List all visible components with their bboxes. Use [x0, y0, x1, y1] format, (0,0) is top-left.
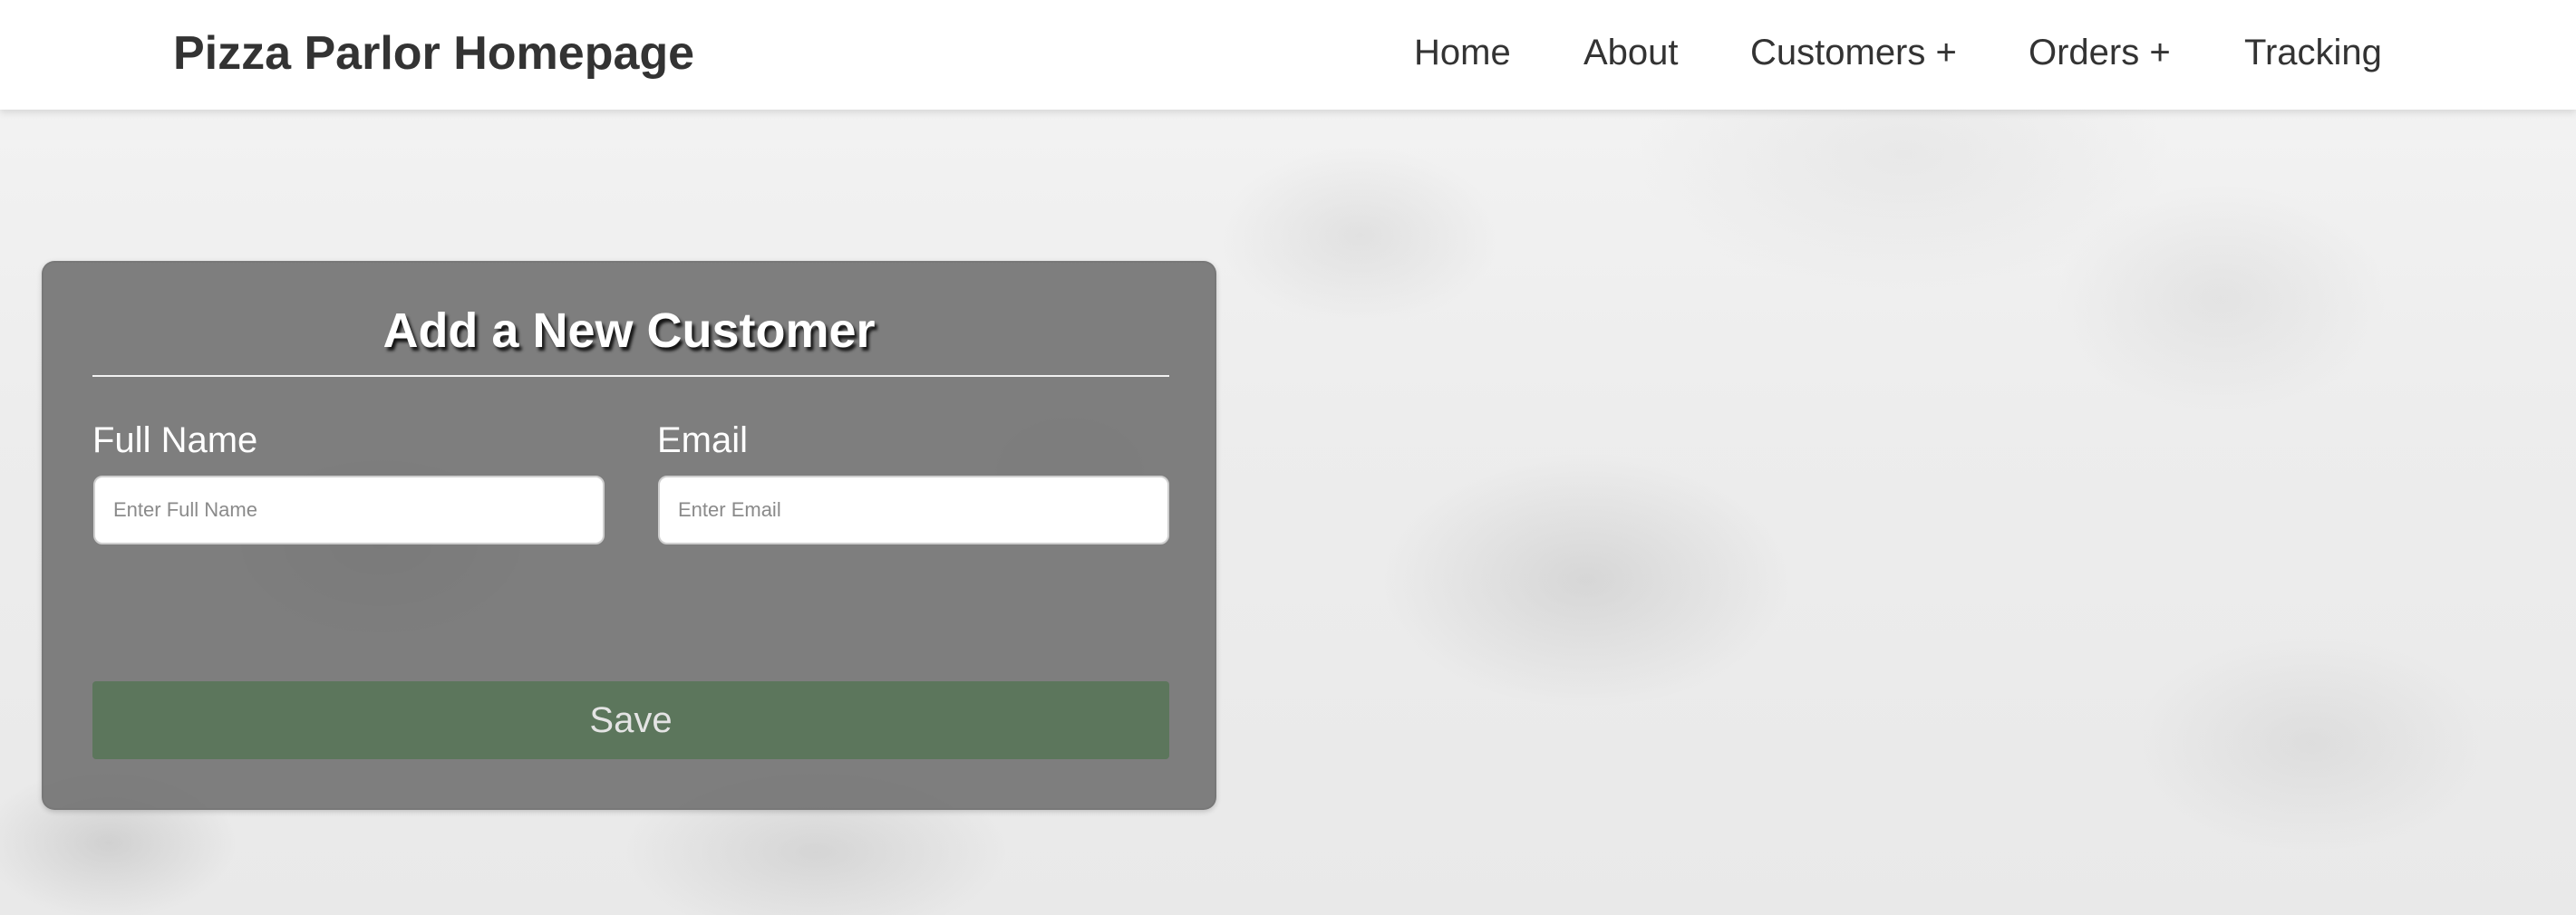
- email-label: Email: [657, 420, 749, 460]
- nav-link-tracking[interactable]: Tracking: [2244, 0, 2382, 110]
- nav-dropdown-orders[interactable]: Orders +: [2029, 0, 2171, 110]
- nav-link-about[interactable]: About: [1583, 0, 1679, 110]
- email-input[interactable]: [658, 476, 1169, 544]
- add-customer-card: Add a New Customer Full Name Email Save: [42, 261, 1216, 810]
- save-button[interactable]: Save: [92, 681, 1169, 759]
- nav-link-home[interactable]: Home: [1414, 0, 1511, 110]
- nav-dropdown-customers[interactable]: Customers +: [1750, 0, 1957, 110]
- form-title: Add a New Customer: [383, 303, 876, 358]
- title-divider: [92, 375, 1169, 377]
- site-brand[interactable]: Pizza Parlor Homepage: [173, 0, 694, 110]
- top-navbar: Pizza Parlor Homepage Home About Custome…: [0, 0, 2576, 110]
- full-name-label: Full Name: [92, 420, 258, 460]
- full-name-input[interactable]: [93, 476, 605, 544]
